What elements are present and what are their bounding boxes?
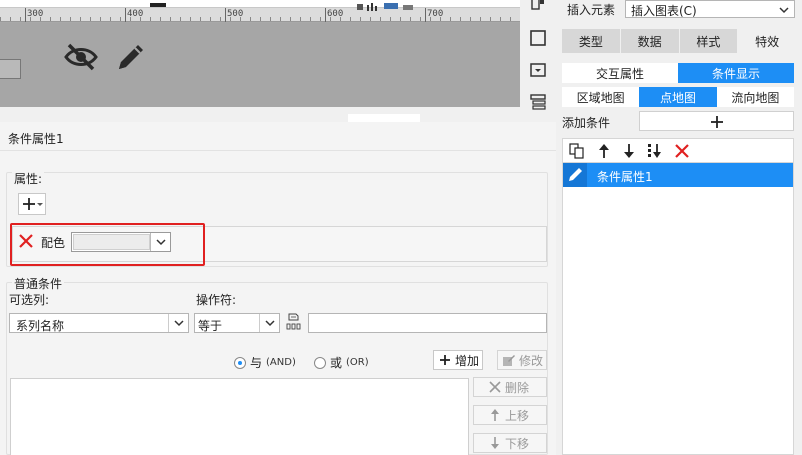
condition-list-item[interactable]: 条件属性1 [563,163,793,187]
map-tabs: 区域地图 点地图 流向地图 [562,87,794,107]
arrow-down-icon [491,437,499,449]
radio-and-label: 与 [250,356,263,370]
arrow-up-icon [491,409,499,421]
arrow-up-icon[interactable] [596,143,612,159]
tab-effects[interactable]: 特效 [738,29,796,53]
side-toolbar [520,0,556,122]
tab-type[interactable]: 类型 [562,29,620,53]
condition-toolbar [562,138,794,162]
main-tabs: 类型 数据 样式 特效 [562,29,796,53]
edit-icon [503,355,515,366]
radio-and-sub: (AND) [266,357,296,368]
dropdown-box-icon[interactable] [529,61,547,79]
eye-hidden-icon[interactable] [63,41,99,76]
component-icon[interactable] [529,0,547,12]
canvas-tab[interactable] [348,114,420,122]
delete-condition-button[interactable]: 删除 [473,377,547,397]
list-box-icon[interactable] [529,93,547,111]
add-condition-plus-button[interactable] [639,111,794,131]
pencil-icon[interactable] [563,163,587,187]
condition-list-panel[interactable] [562,162,794,455]
arrow-down-icon[interactable] [621,143,637,159]
column-select[interactable]: 系列名称 [9,313,189,333]
tab-style[interactable]: 样式 [679,29,738,53]
add-condition-label: 添加条件 [562,116,611,130]
plus-icon [440,355,450,365]
up-button-label: 上移 [505,408,530,423]
column-select-value: 系列名称 [16,319,65,333]
copy-icon[interactable] [569,143,585,159]
frame-icon[interactable] [529,29,547,47]
condition-item-label: 条件属性1 [597,170,653,184]
props-label: 属性: [12,170,45,187]
insert-element-select[interactable]: 插入图表(C) [625,0,795,18]
canvas-bottom-bar [0,107,520,122]
tab-interaction[interactable]: 交互属性 [562,63,678,83]
tab-conditional-display[interactable]: 条件显示 [678,63,794,83]
dialog-divider [0,150,556,151]
condition-section-label: 普通条件 [12,275,65,292]
modify-button[interactable]: 修改 [497,350,547,370]
move-down-button[interactable]: 下移 [473,433,547,453]
chevron-down-icon [168,314,188,332]
plus-icon [711,116,723,128]
delete-button-label: 删除 [505,380,530,395]
close-icon [489,381,501,393]
down-button-label: 下移 [505,436,530,451]
tab-area-map[interactable]: 区域地图 [562,87,640,107]
tab-flow-map[interactable]: 流向地图 [716,87,794,107]
value-type-icon[interactable] [285,312,305,332]
pencil-icon[interactable] [114,40,148,77]
highlight-annotation [10,223,205,266]
chevron-down-icon [259,314,279,332]
radio-or[interactable]: 或 (OR) [314,354,369,371]
dialog-title: 条件属性1 [8,132,64,146]
chevron-down-icon [778,4,790,18]
modify-button-label: 修改 [519,353,544,368]
add-button-label: 增加 [455,353,480,368]
move-up-button[interactable]: 上移 [473,405,547,425]
canvas-widget[interactable] [0,59,21,79]
operator-label: 操作符: [196,293,237,307]
plus-dropdown-icon [23,198,43,210]
add-property-button[interactable] [18,193,46,215]
condition-dialog: 条件属性1 属性: 配色 普通条件 可选列: 操作符: 系列名称 等于 与 (A… [0,122,556,455]
column-label: 可选列: [9,293,50,307]
sub-tabs: 交互属性 条件显示 [562,63,794,83]
radio-or-sub: (OR) [346,357,369,368]
radio-or-circle [314,356,326,369]
ruler-label: 300 [27,9,44,19]
add-condition-button[interactable]: 增加 [433,350,483,370]
value-input[interactable] [308,313,547,333]
radio-and[interactable]: 与 (AND) [234,354,296,371]
insert-select-value: 插入图表(C) [631,4,697,18]
radio-and-circle [234,356,246,369]
radio-or-label: 或 [330,356,343,370]
delete-x-icon[interactable] [674,143,690,159]
toolbar-icons-fragment [150,3,413,11]
condition-list[interactable] [10,378,469,455]
tab-point-map[interactable]: 点地图 [639,87,717,107]
top-toolbar-strip [110,0,520,11]
tab-data[interactable]: 数据 [620,29,679,53]
operator-select-value: 等于 [198,319,223,333]
move-bottom-icon[interactable] [647,143,663,159]
operator-select[interactable]: 等于 [194,313,280,333]
insert-element-label: 插入元素 [567,3,616,17]
ruler-tick [25,8,26,22]
